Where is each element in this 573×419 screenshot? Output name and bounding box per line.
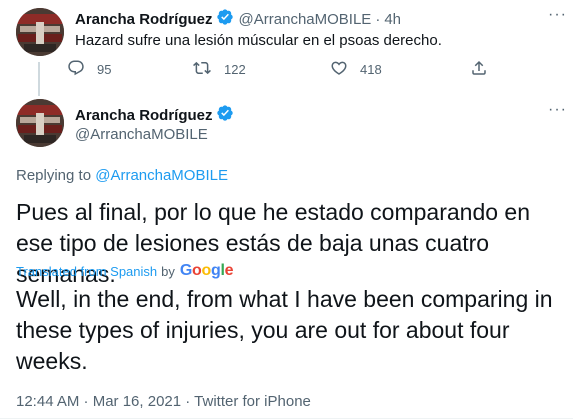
verified-badge-icon xyxy=(216,104,234,127)
replying-to-label: Replying to xyxy=(16,167,92,184)
retweet-icon xyxy=(192,59,224,80)
reply-count: 95 xyxy=(97,62,112,77)
more-options-button[interactable]: ··· xyxy=(548,101,567,119)
share-button[interactable] xyxy=(470,59,500,80)
replying-to-handle-link[interactable]: @ArranchaMOBILE xyxy=(95,167,228,184)
translated-text: Well, in the end, from what I have been … xyxy=(16,286,553,374)
translated-from-label[interactable]: Translated from Spanish xyxy=(16,264,157,279)
tweet1-header: Arancha Rodríguez @ArranchaMOBILE · 4h xyxy=(75,8,401,31)
share-icon xyxy=(470,59,500,80)
google-logo: Google xyxy=(179,262,234,279)
thread-connector-line xyxy=(38,62,40,96)
author-handle[interactable]: @ArranchaMOBILE xyxy=(75,126,208,143)
retweet-button[interactable]: 122 xyxy=(192,59,246,80)
translation-attribution: Translated from Spanish by Google xyxy=(16,262,234,280)
tweet2-author-name-row: Arancha Rodríguez xyxy=(75,104,234,127)
translated-by-label: by xyxy=(161,263,175,279)
replying-to: Replying to @ArranchaMOBILE xyxy=(16,167,228,184)
like-button[interactable]: 418 xyxy=(330,59,382,80)
author-name[interactable]: Arancha Rodríguez xyxy=(75,107,213,124)
heart-icon xyxy=(330,59,360,80)
avatar[interactable] xyxy=(16,8,64,56)
tweet-time[interactable]: 4h xyxy=(384,11,401,28)
more-options-button[interactable]: ··· xyxy=(548,6,567,24)
verified-badge-icon xyxy=(216,8,234,31)
reply-icon xyxy=(67,59,97,80)
tweet1-text: Hazard sufre una lesión múscular en el p… xyxy=(75,32,442,49)
author-handle[interactable]: @ArranchaMOBILE xyxy=(239,11,372,28)
separator-dot: · xyxy=(375,11,381,28)
tweet-timestamp[interactable]: 12:44 AM · Mar 16, 2021 · Twitter for iP… xyxy=(16,393,311,410)
reply-button[interactable]: 95 xyxy=(67,59,111,80)
avatar[interactable] xyxy=(16,99,64,147)
author-name[interactable]: Arancha Rodríguez xyxy=(75,11,213,28)
retweet-count: 122 xyxy=(224,62,246,77)
like-count: 418 xyxy=(360,62,382,77)
